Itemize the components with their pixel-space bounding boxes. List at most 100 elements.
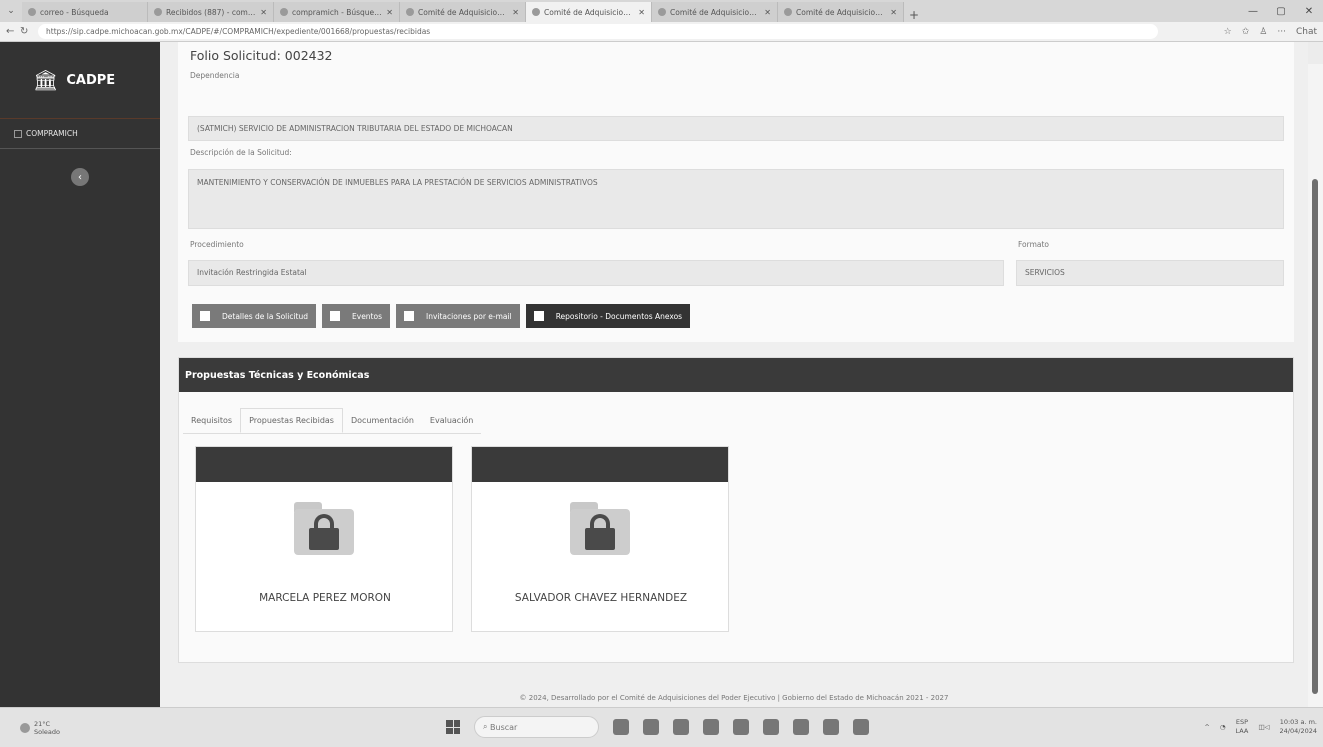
tab-label: Comité de Adquisiciones del Pod <box>796 7 887 17</box>
taskbar-center: ⌕ Buscar <box>446 716 869 738</box>
weather-desc: Soleado <box>34 728 60 736</box>
procedimiento-label: Procedimiento <box>190 240 244 249</box>
chevron-left-icon: ‹ <box>78 171 82 183</box>
formato-field: SERVICIOS <box>1016 260 1284 286</box>
tab-label: compramich - Búsqueda <box>292 7 383 17</box>
tab-favicon-icon <box>280 8 288 16</box>
tab-favicon-icon <box>658 8 666 16</box>
network-icon[interactable]: ◔ <box>1220 723 1226 731</box>
detalles-solicitud-button[interactable]: Detalles de la Solicitud <box>192 304 317 328</box>
search-placeholder: Buscar <box>490 722 518 732</box>
button-label: Detalles de la Solicitud <box>222 311 309 321</box>
document-icon <box>200 311 210 321</box>
menu-item-icon <box>14 129 22 138</box>
scrollbar-thumb[interactable] <box>1312 179 1318 694</box>
formato-label: Formato <box>1018 240 1050 249</box>
store-icon[interactable] <box>763 719 779 735</box>
edge-browser-icon[interactable] <box>703 719 719 735</box>
tab-close-icon[interactable]: ✕ <box>260 8 267 17</box>
lang-bottom: LAA <box>1235 727 1249 735</box>
window-controls: — ▢ ✕ <box>1239 0 1323 22</box>
browser-tab[interactable]: correo - Búsqueda <box>22 2 148 22</box>
tab-label: Comité de Adquisiciones del Pod <box>418 7 509 17</box>
procedimiento-field: Invitación Restringida Estatal <box>188 260 1004 286</box>
back-arrow-icon[interactable]: ← <box>6 26 20 37</box>
folio-heading: Folio Solicitud: 002432 <box>190 48 333 63</box>
windows-taskbar: 21°C Soleado ⌕ Buscar ^ ◔ ESP LAA ◫◁ 10:… <box>0 707 1323 747</box>
weather-icon <box>20 723 30 733</box>
invitaciones-email-button[interactable]: Invitaciones por e-mail <box>396 304 520 328</box>
tab-favicon-icon <box>784 8 792 16</box>
browser-tab[interactable]: Comité de Adquisiciones del Pod✕ <box>778 2 904 22</box>
tab-close-icon[interactable]: ✕ <box>890 8 897 17</box>
browser-tab[interactable]: Comité de Adquisiciones del Pod✕ <box>400 2 526 22</box>
profile-icon[interactable]: ♙ <box>1259 27 1267 37</box>
lang-top: ESP <box>1235 718 1249 726</box>
tab-close-icon[interactable]: ✕ <box>764 8 771 17</box>
close-window-icon[interactable]: ✕ <box>1295 6 1323 17</box>
tab-close-icon[interactable]: ✕ <box>386 8 393 17</box>
folio-label: Folio Solicitud: <box>190 48 281 63</box>
task-view-icon[interactable] <box>643 719 659 735</box>
tab-label: Comité de Adquisiciones del Pod <box>544 7 635 17</box>
proposal-card-header <box>196 447 452 482</box>
browser-tab[interactable]: Recibidos (887) - compramich@c ✕ <box>148 2 274 22</box>
windows-start-icon[interactable] <box>446 720 460 734</box>
taskbar-clock[interactable]: 10:03 a. m. 24/04/2024 <box>1280 718 1317 736</box>
tab-close-icon[interactable]: ✕ <box>512 8 519 17</box>
tab-list-chevron-icon[interactable]: ⌄ <box>0 0 22 22</box>
favorites-icon[interactable]: ✩ <box>1242 27 1250 37</box>
chevron-up-icon[interactable]: ^ <box>1204 723 1209 731</box>
tab-close-icon[interactable]: ✕ <box>638 8 645 17</box>
sidebar-item-compramich[interactable]: COMPRAMICH <box>0 119 160 149</box>
file-explorer-icon[interactable] <box>673 719 689 735</box>
eventos-button[interactable]: Eventos <box>322 304 390 328</box>
sidebar-collapse-button[interactable]: ‹ <box>71 168 89 186</box>
page-scrollbar[interactable] <box>1308 64 1323 707</box>
language-indicator[interactable]: ESP LAA <box>1236 718 1249 736</box>
weather-widget[interactable]: 21°C Soleado <box>20 720 60 736</box>
action-button-row: Detalles de la Solicitud Eventos Invitac… <box>192 304 691 328</box>
request-details-card: Folio Solicitud: 002432 Dependencia (SAT… <box>178 42 1294 342</box>
brand-logo[interactable]: 🏛 CADPE <box>0 42 160 119</box>
folio-number: 002432 <box>284 48 333 63</box>
dependencia-label: Dependencia <box>190 71 240 80</box>
brand-name: CADPE <box>66 72 116 88</box>
tab-favicon-icon <box>28 8 36 16</box>
copilot-chat-button[interactable]: Chat <box>1296 27 1317 37</box>
repositorio-documentos-button[interactable]: Repositorio - Documentos Anexos <box>525 304 691 328</box>
tab-favicon-icon <box>406 8 414 16</box>
url-field[interactable]: https://sip.cadpe.michoacan.gob.mx/CADPE… <box>38 24 1158 39</box>
panel-title: Propuestas Técnicas y Económicas <box>185 369 370 381</box>
more-menu-icon[interactable]: ··· <box>1277 27 1286 37</box>
browser-tab[interactable]: Comité de Adquisiciones del Pod✕ <box>652 2 778 22</box>
browser-tab-active[interactable]: Comité de Adquisiciones del Pod✕ <box>526 2 652 22</box>
app-icon[interactable] <box>823 719 839 735</box>
tab-evaluacion[interactable]: Evaluación <box>422 408 481 433</box>
new-tab-plus-icon[interactable]: + <box>904 8 924 22</box>
proposals-tabs: Requisitos Propuestas Recibidas Document… <box>183 408 482 434</box>
app-icon[interactable] <box>853 719 869 735</box>
favorite-star-icon[interactable]: ☆ <box>1224 27 1232 37</box>
tab-favicon-icon <box>532 8 540 16</box>
government-building-icon: 🏛 <box>33 68 59 92</box>
tab-propuestas-recibidas[interactable]: Propuestas Recibidas <box>240 408 343 433</box>
widgets-icon[interactable] <box>613 719 629 735</box>
tab-requisitos[interactable]: Requisitos <box>183 408 240 433</box>
volume-icon[interactable]: ◫◁ <box>1258 723 1269 731</box>
taskbar-search[interactable]: ⌕ Buscar <box>474 716 599 738</box>
app-icon[interactable] <box>793 719 809 735</box>
page-footer: © 2024, Desarrollado por el Comité de Ad… <box>519 694 949 702</box>
dependencia-field: (SATMICH) SERVICIO DE ADMINISTRACION TRI… <box>188 116 1284 141</box>
reload-icon[interactable]: ↻ <box>20 26 34 37</box>
tab-documentacion[interactable]: Documentación <box>343 408 422 433</box>
proposal-card[interactable]: MARCELA PEREZ MORON <box>195 446 453 632</box>
browser-tab[interactable]: compramich - Búsqueda ✕ <box>274 2 400 22</box>
chrome-browser-icon[interactable] <box>733 719 749 735</box>
minimize-icon[interactable]: — <box>1239 6 1267 17</box>
system-tray: ^ ◔ ESP LAA ◫◁ 10:03 a. m. 24/04/2024 <box>1204 718 1317 736</box>
maximize-icon[interactable]: ▢ <box>1267 6 1295 17</box>
calendar-icon <box>330 311 341 321</box>
proposal-card[interactable]: SALVADOR CHAVEZ HERNANDEZ <box>471 446 729 632</box>
tab-label: Comité de Adquisiciones del Pod <box>670 7 761 17</box>
